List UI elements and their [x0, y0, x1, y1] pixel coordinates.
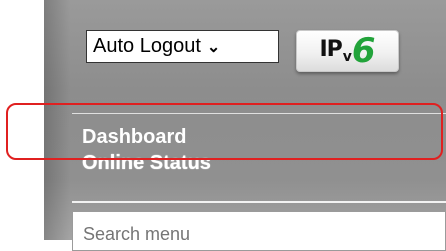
auto-logout-select[interactable]: Auto Logout ⌄: [86, 30, 279, 63]
ipv6-button[interactable]: IPv 6: [296, 30, 399, 72]
sidebar-item-online-status[interactable]: Online Status: [82, 152, 211, 175]
ipv6-sub: v: [342, 49, 352, 65]
sidebar-item-dashboard[interactable]: Dashboard: [82, 126, 186, 149]
auto-logout-value: Auto Logout: [93, 35, 201, 57]
nav-divider: [72, 201, 446, 203]
chevron-down-icon: ⌄: [206, 38, 221, 56]
nav-divider: [72, 113, 446, 114]
ipv6-number: 6: [351, 31, 376, 71]
search-menu-input[interactable]: [72, 211, 446, 251]
ipv6-label: IPv: [319, 37, 352, 65]
